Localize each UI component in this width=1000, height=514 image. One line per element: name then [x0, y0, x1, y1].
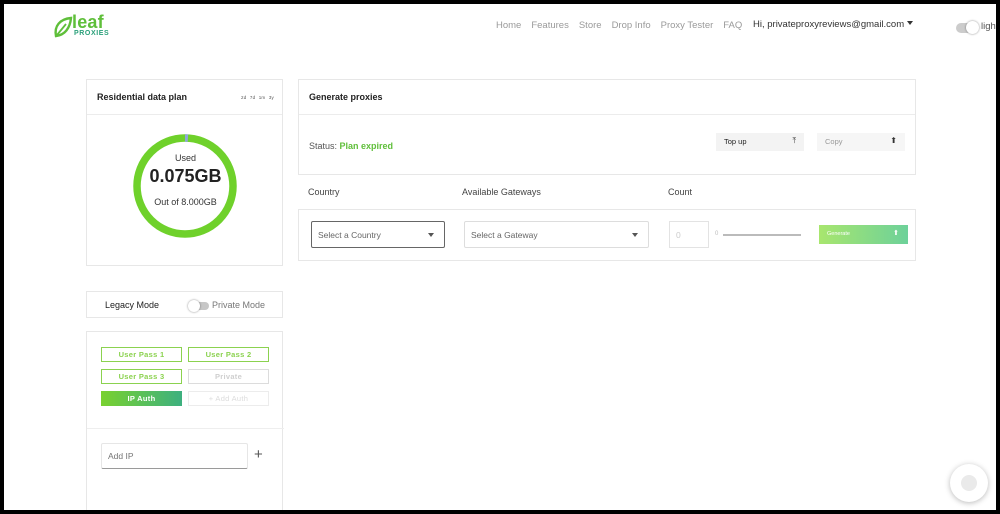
gauge-used-label: Used — [174, 153, 196, 163]
user-pass-3-button[interactable]: User Pass 3 — [101, 369, 182, 384]
divider — [87, 428, 284, 429]
theme-toggle[interactable] — [956, 21, 979, 34]
divider — [299, 114, 915, 115]
upload-icon: ⬆ — [893, 230, 899, 237]
chevron-down-icon — [632, 233, 638, 237]
add-auth-button[interactable]: + Add Auth — [188, 391, 269, 406]
private-button[interactable]: Private — [188, 369, 269, 384]
mode-switch-card: Legacy Mode Private Mode — [86, 291, 283, 318]
nav-home[interactable]: Home — [496, 20, 521, 31]
user-greeting: Hi, privateproxyreviews@gmail.com — [753, 19, 905, 30]
add-ip-icon[interactable]: + — [254, 446, 263, 463]
toggle-knob — [966, 21, 979, 34]
status-label: Status: — [309, 141, 338, 151]
toggle-knob — [188, 299, 200, 312]
brand-logo[interactable]: leaf PROXIES — [52, 12, 122, 44]
upload-icon: ⬆ — [890, 136, 897, 145]
chevron-down-icon — [428, 233, 434, 237]
chat-button[interactable] — [950, 464, 988, 502]
country-select[interactable]: Select a Country — [311, 221, 445, 248]
gateway-select-value: Select a Gateway — [471, 230, 538, 240]
plan-status: Status: Plan expired — [309, 141, 393, 151]
add-ip-input[interactable] — [101, 443, 248, 469]
nav-drop-info[interactable]: Drop Info — [612, 20, 651, 31]
user-menu[interactable]: Hi, privateproxyreviews@gmail.com — [753, 19, 914, 30]
brand-sub: PROXIES — [74, 30, 110, 37]
gauge-used-value: 0.075GB — [149, 166, 222, 186]
proxy-form-card: Select a Country Select a Gateway 0 0 Ge… — [298, 209, 916, 261]
count-input[interactable]: 0 — [669, 221, 709, 248]
data-plan-card: Residential data plan 2d 7d 1m 3y Used 0… — [86, 79, 283, 266]
range-tabs: 2d 7d 1m 3y — [239, 95, 274, 100]
chat-icon — [961, 475, 977, 491]
user-pass-2-button[interactable]: User Pass 2 — [188, 347, 269, 362]
country-label: Country — [308, 187, 340, 197]
slider-min-label: 0 — [715, 231, 719, 237]
range-tab-3y[interactable]: 3y — [269, 95, 274, 100]
caret-down-icon — [907, 21, 914, 25]
count-slider[interactable] — [723, 234, 801, 236]
top-up-button[interactable]: Top up ⤒ — [716, 133, 804, 151]
country-select-value: Select a Country — [318, 230, 381, 240]
gateways-label: Available Gateways — [462, 187, 541, 197]
main-nav: Home Features Store Drop Info Proxy Test… — [496, 20, 752, 31]
gateway-select[interactable]: Select a Gateway — [464, 221, 649, 248]
ip-auth-button[interactable]: IP Auth — [101, 391, 182, 406]
status-badge: Plan expired — [339, 141, 394, 151]
data-plan-header: Residential data plan 2d 7d 1m 3y — [87, 80, 282, 115]
gauge-total: Out of 8.000GB — [154, 197, 217, 207]
theme-label: light — [981, 21, 996, 32]
top-up-icon: ⤒ — [792, 136, 796, 145]
range-tab-7d[interactable]: 7d — [250, 95, 255, 100]
app-window: leaf PROXIES Home Features Store Drop In… — [4, 4, 996, 510]
nav-features[interactable]: Features — [531, 20, 569, 31]
nav-faq[interactable]: FAQ — [723, 20, 742, 31]
leaf-icon — [54, 16, 73, 38]
nav-proxy-tester[interactable]: Proxy Tester — [661, 20, 714, 31]
copy-button[interactable]: Copy ⬆ — [817, 133, 905, 151]
generate-title: Generate proxies — [309, 92, 383, 102]
data-plan-title: Residential data plan — [97, 92, 188, 102]
count-label: Count — [668, 187, 693, 197]
user-pass-1-button[interactable]: User Pass 1 — [101, 347, 182, 362]
nav-store[interactable]: Store — [579, 20, 602, 31]
range-tab-2d[interactable]: 2d — [241, 95, 246, 100]
generate-button-label: Generate — [827, 231, 850, 237]
range-tab-1m[interactable]: 1m — [259, 95, 266, 100]
private-mode-label: Private Mode — [212, 300, 266, 310]
generate-proxies-card: Generate proxies Status: Plan expired To… — [298, 79, 916, 175]
mode-toggle[interactable] — [188, 299, 209, 312]
generate-button[interactable]: Generate ⬆ — [819, 225, 908, 244]
auth-card: User Pass 1 User Pass 2 User Pass 3 Priv… — [86, 331, 284, 510]
legacy-mode-label: Legacy Mode — [105, 300, 160, 310]
top-up-label: Top up — [724, 137, 747, 146]
copy-label: Copy — [825, 137, 843, 146]
